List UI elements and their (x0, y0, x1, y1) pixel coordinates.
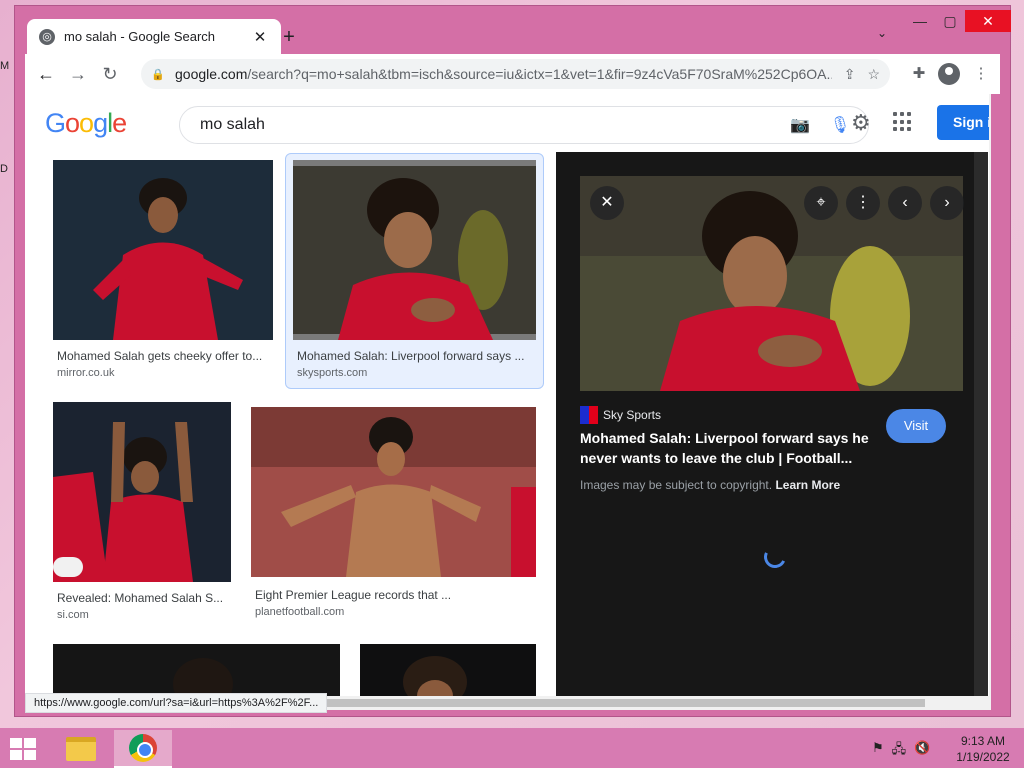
search-page: Google mo salah 📷 🎙 ⚙ Sign in Mohamed Sa… (25, 94, 991, 696)
windows-logo-quad (10, 738, 22, 748)
action-center-flag-icon[interactable]: ⚑ (872, 740, 884, 762)
result-thumbnail[interactable] (251, 407, 536, 577)
image-results: Mohamed Salah gets cheeky offer to... mi… (25, 152, 545, 696)
camera-icon[interactable]: 📷 (788, 115, 812, 135)
image-result[interactable]: Eight Premier League records that ... pl… (251, 407, 536, 624)
tab-title: mo salah - Google Search (64, 29, 216, 44)
browser-toolbar: ← → ↻ 🔒 google.com/search?q=mo+salah&tbm… (25, 54, 1000, 94)
toolbar-right: ✚ ⋮ (902, 59, 996, 89)
lock-icon[interactable]: 🔒 (151, 68, 165, 81)
chrome-window: ◎ mo salah - Google Search ✕ + ⌄ — ▢ ✕ ←… (14, 5, 1011, 717)
url-text: google.com/search?q=mo+salah&tbm=isch&so… (175, 66, 832, 82)
google-logo[interactable]: Google (45, 108, 127, 139)
close-preview-icon[interactable]: ✕ (590, 186, 624, 220)
search-input[interactable]: mo salah (200, 116, 788, 134)
desktop-icon-fragment: D (0, 163, 8, 175)
preview-title[interactable]: Mohamed Salah: Liverpool forward says he… (580, 428, 880, 468)
clock-date: 1/19/2022 (956, 750, 1010, 764)
result-title[interactable]: Mohamed Salah gets cheeky offer to... (57, 349, 273, 363)
result-title[interactable]: Revealed: Mohamed Salah S... (57, 591, 227, 605)
start-button[interactable] (10, 738, 38, 760)
new-tab-button[interactable]: + (277, 26, 301, 50)
result-source: planetfootball.com (255, 606, 345, 618)
loading-spinner (760, 542, 790, 572)
clock-time: 9:13 AM (960, 734, 1006, 748)
result-title[interactable]: Mohamed Salah: Liverpool forward says ..… (297, 349, 533, 363)
google-header: Google mo salah 📷 🎙 ⚙ Sign in (25, 94, 991, 152)
globe-icon: ◎ (39, 28, 55, 45)
apps-grid-icon[interactable] (893, 112, 913, 132)
copyright-notice: Images may be subject to copyright. Lear… (580, 478, 840, 492)
result-thumbnail[interactable] (53, 160, 273, 340)
preview-scrollbar[interactable] (974, 152, 988, 696)
windows-logo-quad (24, 750, 36, 760)
status-bar-url: https://www.google.com/url?sa=i&url=http… (25, 693, 328, 713)
windows-logo-quad (10, 750, 22, 760)
result-thumbnail[interactable] (360, 644, 536, 696)
desktop-icon-fragment: M (0, 60, 10, 72)
address-bar[interactable]: 🔒 google.com/search?q=mo+salah&tbm=isch&… (141, 59, 890, 89)
share-icon[interactable]: ⇪ (844, 66, 856, 83)
minimize-button[interactable]: — (905, 10, 935, 32)
image-preview-panel: ✕ ⌖ ⋮ ‹ › Sky Sports Mohamed Salah: Live… (556, 152, 988, 696)
visit-button[interactable]: Visit (886, 409, 946, 443)
extensions-icon[interactable]: ✚ (904, 59, 934, 89)
image-result[interactable] (53, 644, 340, 696)
close-window-button[interactable]: ✕ (965, 10, 1011, 32)
file-explorer-button[interactable] (52, 730, 110, 768)
image-result[interactable] (360, 644, 536, 696)
chrome-taskbar-button[interactable] (114, 730, 172, 768)
folder-icon (66, 737, 96, 761)
chrome-icon (129, 734, 157, 762)
result-thumbnail[interactable] (53, 644, 340, 696)
profile-avatar[interactable] (938, 63, 960, 85)
result-thumbnail[interactable] (53, 402, 231, 582)
reload-button[interactable]: ↻ (95, 59, 125, 89)
microphone-icon[interactable]: 🎙 (828, 115, 852, 135)
sky-sports-favicon (580, 406, 598, 424)
tab-strip: ◎ mo salah - Google Search ✕ + ⌄ — ▢ ✕ (15, 6, 1011, 54)
tab-search-chevron-icon[interactable]: ⌄ (877, 26, 895, 40)
previous-image-icon[interactable]: ‹ (888, 186, 922, 220)
result-source: mirror.co.uk (57, 367, 115, 379)
url-path: /search?q=mo+salah&tbm=isch&source=iu&ic… (247, 66, 832, 82)
search-box[interactable]: mo salah 📷 🎙 (179, 106, 869, 144)
tab-google-search[interactable]: ◎ mo salah - Google Search ✕ (27, 19, 281, 54)
bookmark-star-icon[interactable]: ☆ (867, 66, 880, 83)
forward-button[interactable]: → (63, 59, 93, 89)
image-result[interactable]: Mohamed Salah gets cheeky offer to... mi… (53, 160, 273, 380)
maximize-button[interactable]: ▢ (935, 10, 965, 32)
page-scrollbar[interactable] (989, 94, 991, 696)
network-icon[interactable]: 🖧 (892, 740, 907, 762)
image-result[interactable]: Revealed: Mohamed Salah S... si.com (53, 402, 231, 624)
copyright-text: Images may be subject to copyright. (580, 478, 773, 492)
settings-gear-icon[interactable]: ⚙ (851, 110, 871, 136)
learn-more-link[interactable]: Learn More (775, 478, 840, 492)
preview-source-name: Sky Sports (603, 408, 662, 422)
close-tab-icon[interactable]: ✕ (251, 28, 269, 46)
preview-source[interactable]: Sky Sports (580, 406, 661, 424)
back-button[interactable]: ← (31, 59, 61, 89)
menu-kebab-icon[interactable]: ⋮ (966, 59, 996, 89)
result-source: si.com (57, 609, 89, 621)
visual-search-icon[interactable]: ⌖ (804, 186, 838, 220)
url-host: google.com (175, 66, 248, 82)
volume-muted-icon[interactable]: 🔇 (914, 740, 930, 762)
result-thumbnail[interactable] (293, 160, 536, 340)
next-image-icon[interactable]: › (930, 186, 964, 220)
image-result-selected[interactable]: Mohamed Salah: Liverpool forward says ..… (293, 160, 536, 380)
windows-logo-quad (24, 738, 36, 748)
result-title[interactable]: Eight Premier League records that ... (255, 588, 525, 602)
clock[interactable]: 9:13 AM 1/19/2022 (948, 733, 1018, 765)
result-source: skysports.com (297, 367, 368, 379)
system-tray: ⚑ 🖧 🔇 (872, 740, 930, 762)
taskbar: ⚑ 🖧 🔇 9:13 AM 1/19/2022 (0, 728, 1024, 768)
more-options-icon[interactable]: ⋮ (846, 186, 880, 220)
sign-in-button[interactable]: Sign in (937, 105, 991, 140)
